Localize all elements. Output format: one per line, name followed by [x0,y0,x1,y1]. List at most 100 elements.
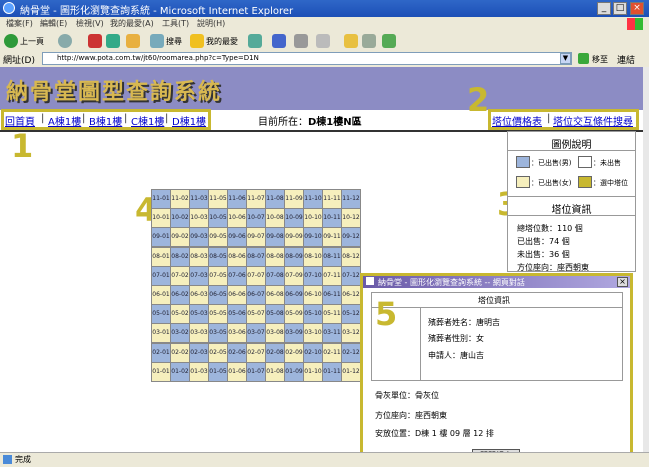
niche-cell[interactable]: 08-09 [285,247,303,266]
refresh-icon[interactable] [106,34,120,48]
niche-cell[interactable]: 10-07 [247,209,265,228]
niche-cell[interactable]: 03-03 [190,324,208,343]
niche-cell[interactable]: 03-01 [152,324,170,343]
niche-cell[interactable]: 02-10 [304,343,322,362]
niche-cell[interactable]: 08-06 [228,247,246,266]
niche-cell[interactable]: 05-02 [171,305,189,324]
niche-cell[interactable]: 02-12 [342,343,360,362]
niche-cell[interactable]: 03-09 [285,324,303,343]
niche-cell[interactable]: 10-03 [190,209,208,228]
niche-cell[interactable]: 11-02 [171,190,189,208]
menu-favorites[interactable]: 我的最愛(A) [110,18,154,29]
niche-cell[interactable]: 01-03 [190,362,208,381]
niche-cell[interactable]: 05-08 [266,305,284,324]
niche-cell[interactable]: 05-03 [190,305,208,324]
niche-cell[interactable]: 06-11 [323,286,341,304]
niche-cell[interactable]: 10-01 [152,209,170,228]
niche-cell[interactable]: 05-01 [152,305,170,324]
niche-cell[interactable]: 09-07 [247,228,265,247]
niche-cell[interactable]: 01-08 [266,362,284,381]
menu-view[interactable]: 檢視(V) [76,18,104,29]
niche-cell[interactable]: 03-08 [266,324,284,343]
niche-cell[interactable]: 08-10 [304,247,322,266]
niche-cell[interactable]: 05-10 [304,305,322,324]
address-dropdown-icon[interactable]: ▼ [560,53,571,64]
niche-cell[interactable]: 06-02 [171,286,189,304]
niche-cell[interactable]: 10-09 [285,209,303,228]
niche-cell[interactable]: 08-11 [323,247,341,266]
niche-cell[interactable]: 08-12 [342,247,360,266]
tools-icon[interactable] [382,34,396,48]
niche-cell[interactable]: 07-10 [304,266,322,285]
niche-cell[interactable]: 01-02 [171,362,189,381]
niche-cell[interactable]: 05-05 [209,305,227,324]
messenger-icon[interactable] [362,34,376,48]
niche-cell[interactable]: 03-11 [323,324,341,343]
niche-cell[interactable]: 11-09 [285,190,303,208]
favorites-icon[interactable] [190,34,204,48]
niche-cell[interactable]: 07-09 [285,266,303,285]
niche-cell[interactable]: 02-01 [152,343,170,362]
niche-cell[interactable]: 07-07 [247,266,265,285]
niche-cell[interactable]: 06-05 [209,286,227,304]
niche-cell[interactable]: 03-10 [304,324,322,343]
niche-cell[interactable]: 11-10 [304,190,322,208]
niche-cell[interactable]: 07-02 [171,266,189,285]
niche-cell[interactable]: 10-06 [228,209,246,228]
niche-cell[interactable]: 01-06 [228,362,246,381]
search-label[interactable]: 搜尋 [166,36,182,47]
back-icon[interactable] [4,34,18,48]
niche-cell[interactable]: 07-12 [342,266,360,285]
niche-cell[interactable]: 06-03 [190,286,208,304]
niche-cell[interactable]: 07-11 [323,266,341,285]
niche-cell[interactable]: 06-07 [247,286,265,304]
dialog-close-icon[interactable]: × [617,277,628,287]
menu-help[interactable]: 說明(H) [197,18,225,29]
niche-cell[interactable]: 09-11 [323,228,341,247]
niche-cell[interactable]: 08-02 [171,247,189,266]
niche-cell[interactable]: 08-08 [266,247,284,266]
go-button[interactable]: 移至 [592,54,608,65]
niche-cell[interactable]: 01-11 [323,362,341,381]
print-icon[interactable] [294,34,308,48]
niche-cell[interactable]: 09-12 [342,228,360,247]
niche-cell[interactable]: 11-08 [266,190,284,208]
niche-cell[interactable]: 05-07 [247,305,265,324]
niche-cell[interactable]: 01-09 [285,362,303,381]
niche-cell[interactable]: 02-07 [247,343,265,362]
niche-cell[interactable]: 03-02 [171,324,189,343]
niche-cell[interactable]: 02-06 [228,343,246,362]
niche-cell[interactable]: 05-09 [285,305,303,324]
niche-cell[interactable]: 09-03 [190,228,208,247]
links-button[interactable]: 連結 [617,53,635,66]
history-icon[interactable] [272,34,286,48]
back-label[interactable]: 上一頁 [20,36,44,47]
niche-cell[interactable]: 10-11 [323,209,341,228]
niche-cell[interactable]: 10-02 [171,209,189,228]
menu-file[interactable]: 檔案(F) [6,18,33,29]
niche-cell[interactable]: 08-03 [190,247,208,266]
niche-cell[interactable]: 03-05 [209,324,227,343]
niche-cell[interactable]: 01-10 [304,362,322,381]
vertical-scrollbar[interactable] [643,67,649,452]
niche-cell[interactable]: 07-08 [266,266,284,285]
edit-icon[interactable] [316,34,330,48]
go-icon[interactable] [578,53,589,64]
niche-cell[interactable]: 05-06 [228,305,246,324]
niche-cell[interactable]: 08-05 [209,247,227,266]
niche-cell[interactable]: 09-05 [209,228,227,247]
menu-edit[interactable]: 編輯(E) [40,18,67,29]
niche-cell[interactable]: 02-09 [285,343,303,362]
home-icon[interactable] [126,34,140,48]
niche-cell[interactable]: 01-07 [247,362,265,381]
niche-cell[interactable]: 09-08 [266,228,284,247]
niche-cell[interactable]: 10-08 [266,209,284,228]
favorites-label[interactable]: 我的最愛 [206,36,238,47]
niche-cell[interactable]: 03-07 [247,324,265,343]
niche-cell[interactable]: 02-03 [190,343,208,362]
forward-icon[interactable] [58,34,72,48]
niche-cell[interactable]: 09-06 [228,228,246,247]
niche-cell[interactable]: 11-12 [342,190,360,208]
niche-cell[interactable]: 09-01 [152,228,170,247]
niche-cell[interactable]: 05-12 [342,305,360,324]
